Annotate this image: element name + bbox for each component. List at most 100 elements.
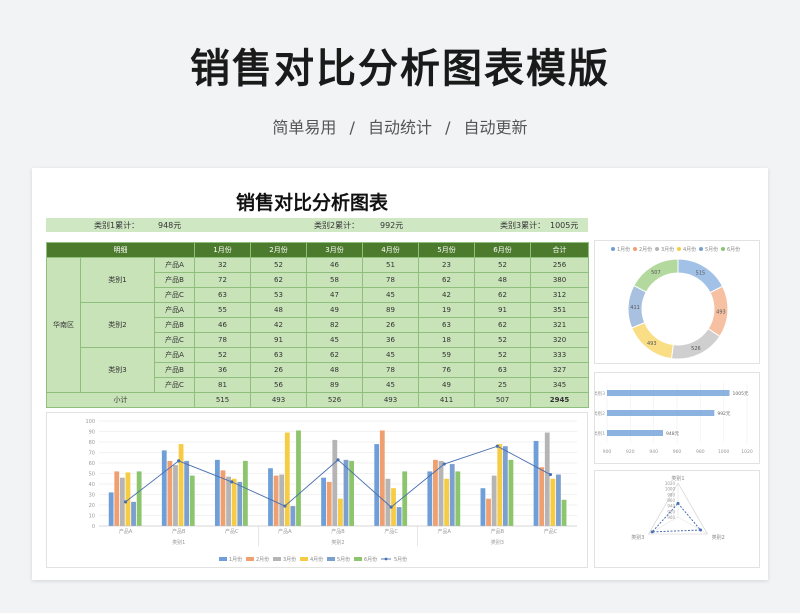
value-cell[interactable]: 52 — [474, 347, 531, 363]
category-cell[interactable]: 类别1 — [80, 257, 155, 303]
value-cell[interactable]: 26 — [362, 317, 419, 333]
x-tick-label: 960 — [673, 449, 682, 455]
value-cell[interactable]: 48 — [474, 272, 531, 288]
value-cell[interactable]: 62 — [250, 272, 307, 288]
value-cell[interactable]: 91 — [250, 332, 307, 348]
product-cell[interactable]: 产品C — [154, 287, 195, 303]
value-cell[interactable]: 59 — [418, 347, 475, 363]
value-cell[interactable]: 82 — [306, 317, 363, 333]
value-cell[interactable]: 62 — [306, 347, 363, 363]
value-cell[interactable]: 46 — [306, 257, 363, 273]
value-cell[interactable]: 45 — [306, 332, 363, 348]
value-cell[interactable]: 25 — [474, 377, 531, 393]
value-cell[interactable]: 26 — [250, 362, 307, 378]
bar — [321, 477, 326, 526]
grand-total-cell[interactable]: 2945 — [530, 392, 589, 408]
subtotal-cell[interactable]: 526 — [306, 392, 363, 408]
value-cell[interactable]: 18 — [418, 332, 475, 348]
value-cell[interactable]: 42 — [250, 317, 307, 333]
legend-label: 6月份 — [364, 556, 377, 563]
value-cell[interactable]: 62 — [418, 272, 475, 288]
value-cell[interactable]: 32 — [194, 257, 251, 273]
product-cell[interactable]: 产品B — [154, 272, 195, 288]
row-total-cell[interactable]: 321 — [530, 317, 589, 333]
value-cell[interactable]: 49 — [306, 302, 363, 318]
value-cell[interactable]: 46 — [194, 317, 251, 333]
value-cell[interactable]: 53 — [250, 287, 307, 303]
value-cell[interactable]: 51 — [362, 257, 419, 273]
category-cell[interactable]: 类别3 — [80, 347, 155, 393]
category-label: 类别1 — [671, 475, 684, 482]
product-cell[interactable]: 产品A — [154, 302, 195, 318]
subtotal-cell[interactable]: 411 — [418, 392, 475, 408]
value-cell[interactable]: 78 — [194, 332, 251, 348]
row-total-cell[interactable]: 351 — [530, 302, 589, 318]
column-chart-panel: 0 10 20 30 40 50 60 70 80 90 100 产品A 产品B 产品C 产品A 产品B 产品C… — [46, 412, 588, 568]
y-tick-label: 80 — [89, 440, 95, 446]
x-tick-label: 940 — [649, 449, 658, 455]
value-cell[interactable]: 48 — [306, 362, 363, 378]
value-cell[interactable]: 72 — [194, 272, 251, 288]
value-cell[interactable]: 63 — [474, 362, 531, 378]
category-cell[interactable]: 类别2 — [80, 302, 155, 348]
value-cell[interactable]: 47 — [306, 287, 363, 303]
value-cell[interactable]: 45 — [362, 287, 419, 303]
value-cell[interactable]: 81 — [194, 377, 251, 393]
row-total-cell[interactable]: 333 — [530, 347, 589, 363]
value-cell[interactable]: 89 — [362, 302, 419, 318]
value-cell[interactable]: 36 — [362, 332, 419, 348]
value-cell[interactable]: 52 — [194, 347, 251, 363]
value-cell[interactable]: 49 — [418, 377, 475, 393]
bar — [533, 440, 539, 526]
table-row: 华南区 类别1 产品A 32 52 46 51 23 52 256 — [46, 257, 589, 393]
row-total-cell[interactable]: 312 — [530, 287, 589, 303]
row-total-cell[interactable]: 345 — [530, 377, 589, 393]
value-cell[interactable]: 52 — [250, 257, 307, 273]
value-cell[interactable]: 48 — [250, 302, 307, 318]
value-cell[interactable]: 58 — [306, 272, 363, 288]
value-cell[interactable]: 91 — [474, 302, 531, 318]
region-cell[interactable]: 华南区 — [46, 257, 81, 393]
value-cell[interactable]: 42 — [418, 287, 475, 303]
bar — [379, 430, 385, 526]
value-cell[interactable]: 19 — [418, 302, 475, 318]
row-total-cell[interactable]: 380 — [530, 272, 589, 288]
legend-label: 5月份 — [394, 556, 407, 563]
product-cell[interactable]: 产品B — [154, 317, 195, 333]
product-cell[interactable]: 产品C — [154, 377, 195, 393]
bar — [455, 471, 461, 526]
value-cell[interactable]: 62 — [474, 287, 531, 303]
value-cell[interactable]: 78 — [362, 272, 419, 288]
subtotal-cell[interactable]: 507 — [474, 392, 531, 408]
row-total-cell[interactable]: 320 — [530, 332, 589, 348]
legend-swatch — [246, 557, 254, 561]
value-cell[interactable]: 63 — [250, 347, 307, 363]
sales-table: 明细 1月份 2月份 3月份 4月份 5月份 6月份 合计 华南区 类别1 产品A 3… — [46, 242, 589, 408]
value-cell[interactable]: 89 — [306, 377, 363, 393]
value-cell[interactable]: 78 — [362, 362, 419, 378]
subtotal-cell[interactable]: 493 — [362, 392, 419, 408]
product-cell[interactable]: 产品B — [154, 362, 195, 378]
value-cell[interactable]: 23 — [418, 257, 475, 273]
value-cell[interactable]: 45 — [362, 377, 419, 393]
product-cell[interactable]: 产品C — [154, 332, 195, 348]
value-cell[interactable]: 45 — [362, 347, 419, 363]
value-cell[interactable]: 36 — [194, 362, 251, 378]
value-cell[interactable]: 63 — [418, 317, 475, 333]
value-cell[interactable]: 52 — [474, 257, 531, 273]
value-cell[interactable]: 55 — [194, 302, 251, 318]
product-cell[interactable]: 产品A — [154, 347, 195, 363]
radar-chart: 90092094096098010001020类别1类别2类别3 — [631, 475, 725, 541]
subtotal-cell[interactable]: 515 — [194, 392, 251, 408]
line-series — [125, 445, 551, 508]
value-cell[interactable]: 62 — [474, 317, 531, 333]
row-total-cell[interactable]: 327 — [530, 362, 589, 378]
bar — [402, 471, 408, 526]
value-cell[interactable]: 56 — [250, 377, 307, 393]
row-total-cell[interactable]: 256 — [530, 257, 589, 273]
product-cell[interactable]: 产品A — [154, 257, 195, 273]
subtotal-cell[interactable]: 493 — [250, 392, 307, 408]
value-cell[interactable]: 63 — [194, 287, 251, 303]
value-cell[interactable]: 76 — [418, 362, 475, 378]
value-cell[interactable]: 52 — [474, 332, 531, 348]
